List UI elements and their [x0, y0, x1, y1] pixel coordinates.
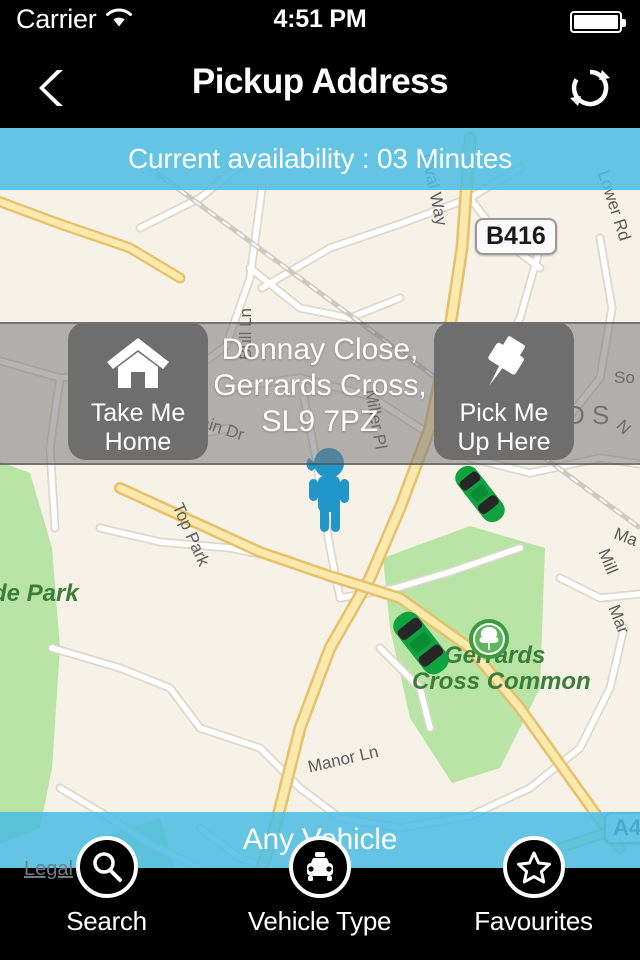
- pick-me-up-here-button[interactable]: Pick Me Up Here: [434, 322, 574, 460]
- battery-icon: [570, 11, 626, 33]
- map-view[interactable]: Bull Ln Oval Way Lower Rd Main Dr Top Pa…: [0, 128, 640, 868]
- star-icon: [502, 836, 565, 898]
- home-icon: [105, 334, 171, 397]
- tab-favourites-label: Favourites: [474, 906, 593, 936]
- legal-link[interactable]: Legal: [24, 858, 73, 881]
- status-time: 4:51 PM: [273, 5, 367, 33]
- pick-me-up-here-label: Pick Me Up Here: [457, 399, 551, 456]
- availability-label: Current availability : 03 Minutes: [127, 143, 513, 174]
- take-me-home-button[interactable]: Take Me Home: [68, 322, 208, 460]
- tab-favourites[interactable]: Favourites: [427, 836, 640, 960]
- tab-search-label: Search: [66, 906, 147, 936]
- page-title: Pickup Address: [191, 62, 449, 101]
- tab-search[interactable]: Search: [0, 836, 213, 960]
- tab-bar: Search Vehicle Type Favourites: [0, 836, 640, 960]
- map-pin-icon: [471, 334, 537, 397]
- taxi-icon: [288, 836, 351, 898]
- refresh-icon: [570, 69, 610, 107]
- search-icon: [75, 836, 138, 898]
- tab-vehicle-type[interactable]: Vehicle Type: [213, 836, 426, 960]
- map-place-label: de Park: [0, 580, 79, 607]
- refresh-button[interactable]: [566, 64, 614, 112]
- navigation-bar: Pickup Address: [0, 42, 640, 128]
- take-me-home-label: Take Me Home: [90, 399, 186, 456]
- app-screen: Carrier 4:51 PM Pickup Address Lower Rd …: [0, 0, 640, 960]
- availability-banner: Current availability : 03 Minutes: [0, 128, 640, 190]
- map-road-badge: B416: [475, 218, 557, 255]
- tab-vehicle-type-label: Vehicle Type: [247, 906, 392, 936]
- status-bar: Carrier 4:51 PM: [0, 0, 640, 42]
